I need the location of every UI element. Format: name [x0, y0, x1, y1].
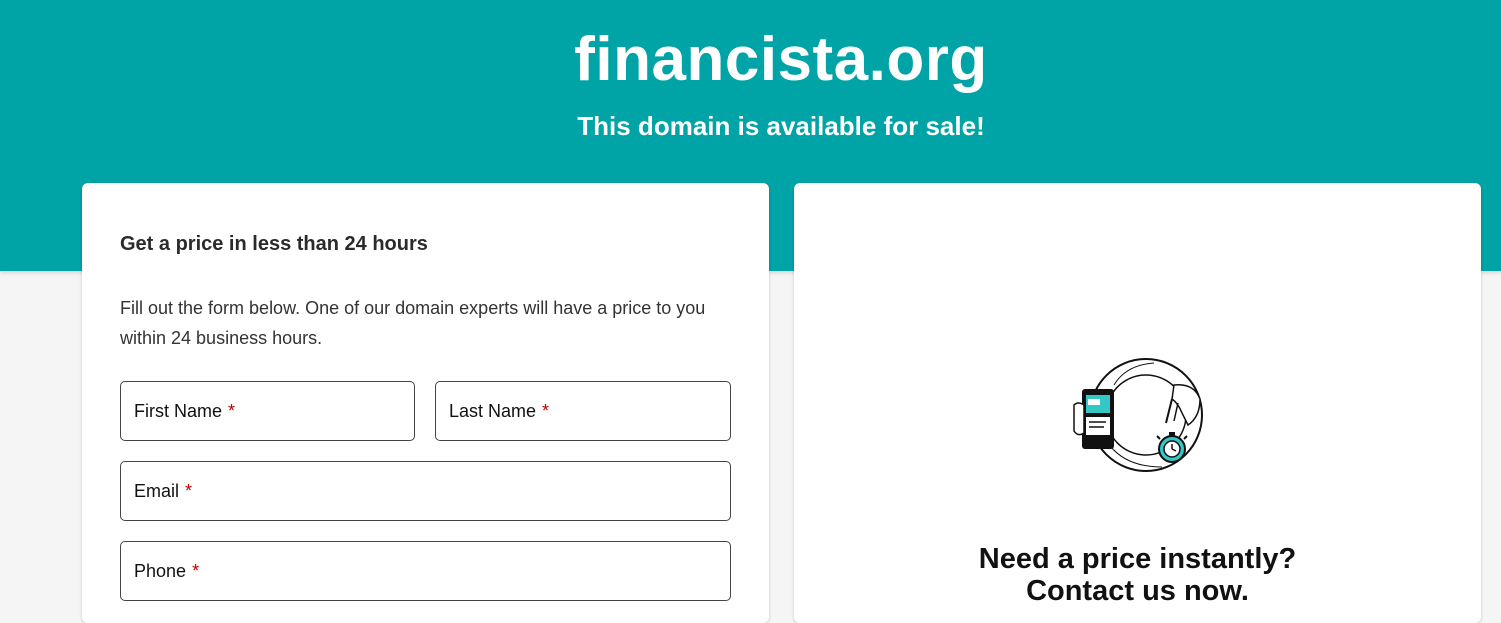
stopwatch-icon: [1156, 432, 1188, 463]
sale-subtitle: This domain is available for sale!: [577, 111, 985, 141]
pointing-hand-icon: [1165, 384, 1201, 427]
required-marker: *: [542, 400, 550, 421]
required-marker: *: [228, 400, 236, 421]
phone-hand-icon: [1073, 389, 1114, 449]
phone-label: Phone: [134, 560, 187, 581]
phone-field[interactable]: Phone *: [120, 541, 731, 601]
required-marker: *: [185, 480, 193, 501]
email-field[interactable]: Email *: [120, 461, 731, 521]
contact-headline-line1: Need a price instantly?: [978, 543, 1297, 575]
email-label: Email: [134, 480, 180, 501]
domain-title: financista.org: [574, 25, 988, 94]
contact-headline-line2: Contact us now.: [1026, 575, 1249, 607]
required-marker: *: [192, 560, 200, 581]
first-name-label: First Name: [134, 400, 223, 421]
last-name-field[interactable]: Last Name *: [435, 381, 731, 441]
first-name-field[interactable]: First Name *: [120, 381, 415, 441]
contact-card: Need a price instantly? Contact us now.: [794, 183, 1481, 623]
contact-illustration: [1073, 358, 1203, 472]
form-description: Fill out the form below. One of our doma…: [120, 298, 706, 348]
contact-headline: Need a price instantly? Contact us now.: [794, 543, 1481, 607]
form-title: Get a price in less than 24 hours: [120, 233, 428, 255]
last-name-label: Last Name: [449, 400, 537, 421]
price-form-card: Get a price in less than 24 hours Fill o…: [82, 183, 769, 623]
